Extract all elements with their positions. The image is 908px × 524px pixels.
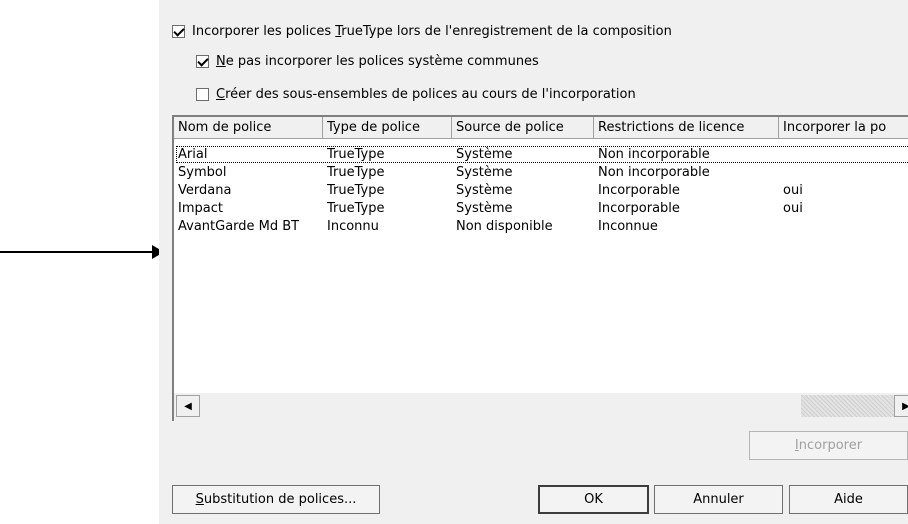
cancel-button[interactable]: Annuler: [654, 485, 783, 514]
create-subsets-label: Créer des sous-ensembles de polices au c…: [216, 87, 636, 102]
no-common-fonts-option[interactable]: Ne pas incorporer les polices système co…: [196, 54, 539, 69]
ok-button[interactable]: OK: [538, 485, 649, 514]
no-common-fonts-checkbox[interactable]: [196, 55, 209, 68]
embed-cell: oui: [783, 183, 803, 198]
column-header-font-name[interactable]: Nom de police: [174, 117, 323, 138]
license-cell: Incorporable: [598, 183, 680, 198]
font-type-cell: Inconnu: [327, 219, 379, 234]
font-source-cell: Non disponible: [456, 219, 553, 234]
no-common-fonts-label: Ne pas incorporer les polices système co…: [216, 54, 539, 69]
font-type-cell: TrueType: [327, 147, 385, 162]
font-name-cell: AvantGarde Md BT: [178, 219, 300, 234]
column-header-license[interactable]: Restrictions de licence: [594, 117, 779, 138]
font-list[interactable]: Nom de police Type de police Source de p…: [172, 115, 908, 421]
table-row[interactable]: Arial TrueType Système Non incorporable: [174, 146, 908, 163]
font-source-cell: Système: [456, 201, 513, 216]
license-cell: Inconnue: [598, 219, 658, 234]
font-source-cell: Système: [456, 165, 513, 180]
font-source-cell: Système: [456, 183, 513, 198]
column-header-font-source[interactable]: Source de police: [452, 117, 594, 138]
column-header-font-type[interactable]: Type de police: [323, 117, 452, 138]
scroll-left-button[interactable]: ◀: [176, 395, 200, 417]
pointer-arrow-line: [0, 251, 155, 253]
table-row[interactable]: Impact TrueType Système Incorporable oui: [174, 200, 908, 217]
font-name-cell: Impact: [178, 201, 223, 216]
table-row[interactable]: Verdana TrueType Système Incorporable ou…: [174, 182, 908, 199]
create-subsets-checkbox[interactable]: [196, 88, 209, 101]
font-type-cell: TrueType: [327, 183, 385, 198]
font-embedding-dialog: Incorporer les polices TrueType lors de …: [159, 0, 908, 524]
license-cell: Non incorporable: [598, 147, 710, 162]
embed-button[interactable]: Incorporer: [749, 431, 908, 460]
font-name-cell: Symbol: [178, 165, 227, 180]
embed-truetype-checkbox[interactable]: [172, 25, 185, 38]
table-row[interactable]: AvantGarde Md BT Inconnu Non disponible …: [174, 218, 908, 235]
help-button[interactable]: Aide: [789, 485, 908, 514]
font-type-cell: TrueType: [327, 165, 385, 180]
embed-truetype-label: Incorporer les polices TrueType lors de …: [192, 24, 672, 39]
embed-truetype-option[interactable]: Incorporer les polices TrueType lors de …: [172, 24, 672, 39]
create-subsets-option[interactable]: Créer des sous-ensembles de polices au c…: [196, 87, 636, 102]
font-type-cell: TrueType: [327, 201, 385, 216]
table-row[interactable]: Symbol TrueType Système Non incorporable: [174, 164, 908, 181]
license-cell: Non incorporable: [598, 165, 710, 180]
scroll-right-button[interactable]: ▶: [894, 395, 908, 417]
font-list-header: Nom de police Type de police Source de p…: [174, 117, 908, 139]
embed-cell: oui: [783, 201, 803, 216]
license-cell: Incorporable: [598, 201, 680, 216]
column-header-embed[interactable]: Incorporer la po: [779, 117, 908, 138]
right-arrow-icon: ▶: [902, 400, 908, 412]
font-name-cell: Verdana: [178, 183, 232, 198]
scrollbar-track[interactable]: [801, 395, 894, 417]
font-substitution-button[interactable]: Substitution de polices...: [172, 485, 380, 514]
font-name-cell: Arial: [178, 147, 208, 162]
horizontal-scrollbar[interactable]: ◀ ▶: [172, 393, 908, 421]
font-source-cell: Système: [456, 147, 513, 162]
left-arrow-icon: ◀: [184, 400, 192, 412]
